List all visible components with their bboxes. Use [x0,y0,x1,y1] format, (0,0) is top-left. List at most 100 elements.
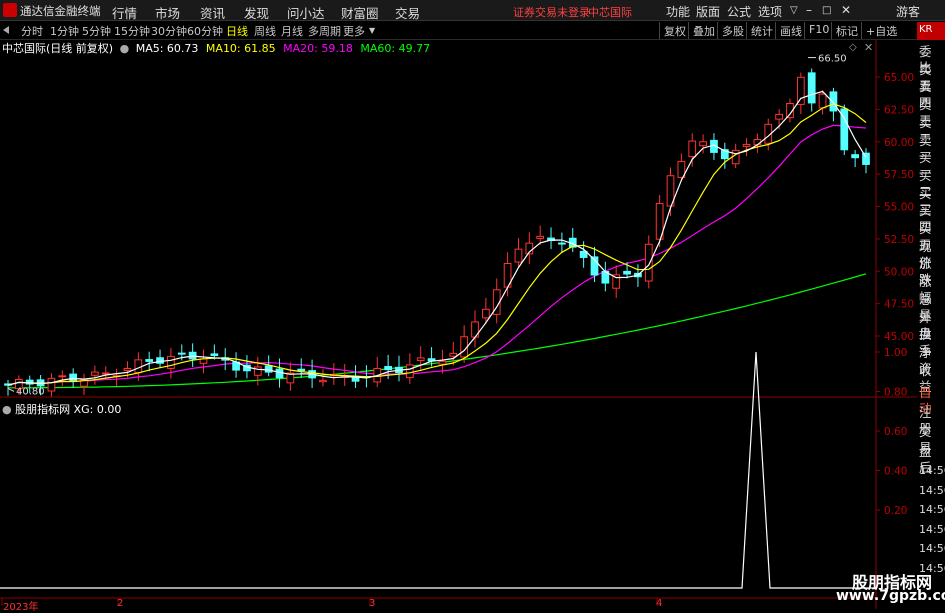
panel-close-icon[interactable]: ✕ [864,41,873,54]
tab-15min[interactable]: 15分钟 [114,23,150,39]
high-price-mark: 66.50 [818,54,847,65]
candle-body [862,152,870,165]
trade-time-7: 14:56 [919,522,945,536]
ma5-path [7,90,867,386]
more-chevron-icon[interactable]: ▼ [369,26,375,35]
sub-y-tick-label: 1.00 [884,347,907,359]
candle-body [101,372,110,375]
tab-duozhouqi[interactable]: 多周期 [308,23,341,39]
tab-fenshi[interactable]: 分时 [21,23,43,39]
candle-body [851,154,860,159]
tab-5min[interactable]: 5分钟 [82,23,111,39]
candle-body [742,143,751,147]
candle-body [753,139,762,146]
f10-button[interactable]: F10 [804,22,833,39]
candle-body [558,242,566,245]
candle-body [449,352,458,357]
ma20-path [7,124,867,386]
low-mark-arrow [7,387,15,392]
candle-body [438,360,447,365]
huaxian-button[interactable]: 画线 [775,22,806,39]
candle-body [145,359,154,362]
tab-rixian[interactable]: 日线 [226,23,248,39]
candle-body [731,149,740,165]
menu-gongshi[interactable]: 公式 [727,3,751,20]
settings-circle-icon[interactable]: ● [120,42,130,55]
trade-time-4: 14:56 [919,464,945,477]
tab-yuexian[interactable]: 月线 [281,23,303,39]
ma10-path [7,103,867,386]
x-axis-ticks [1,598,658,606]
menu-faxian[interactable]: 发现 [244,3,269,22]
tongji-button[interactable]: 统计 [746,22,777,39]
menu-shichang[interactable]: 市场 [155,3,180,22]
guest-label[interactable]: 游客 [896,3,920,20]
app-title: 通达信金融终端 [20,4,101,18]
menu-bar: 通达信金融终端 行情 市场 资讯 发现 问小达 财富圈 交易 证券交易未登录 中… [0,0,945,21]
menu-jiaoyi[interactable]: 交易 [395,3,420,22]
menu-zixun[interactable]: 资讯 [200,3,225,22]
candle-body [405,364,414,379]
minimize-icon[interactable]: – [806,3,812,17]
chart-title-bar: 中芯国际(日线 前复权) ● MA5: 60.73 MA10: 61.85 MA… [2,40,430,55]
add-watchlist-button[interactable]: +自选 [861,22,901,39]
trade-time-5: 14:56 [919,483,945,497]
candle-body [514,248,523,263]
biaoji-button[interactable]: 标记 [831,22,862,39]
trade-time-8: 14:56 [919,542,945,555]
diejia-button[interactable]: 叠加 [688,22,719,39]
current-stock-name: 中芯国际 [588,6,632,19]
ma5-line [7,90,867,386]
y-tick-label: 62.50 [884,104,914,116]
tab-zhouxian[interactable]: 周线 [254,23,276,39]
menu-caifuquan[interactable]: 财富圈 [341,3,379,22]
menu-wenxiaoda[interactable]: 问小达 [287,3,325,22]
menu-banmian[interactable]: 版面 [696,3,720,20]
login-warning[interactable]: 证券交易未登录 [513,4,590,20]
candle-body [536,235,545,239]
tab-60min[interactable]: 60分钟 [187,23,223,39]
trade-time-6: 14:56 [919,503,945,516]
x-label-apr: 4 [656,598,663,609]
sub-y-tick-label: 0.40 [884,466,907,478]
main-y-axis: 65.00 62.50 60.00 57.50 55.00 52.50 50.00 47.50… [876,72,914,343]
diamond-icon[interactable]: ◇ [849,42,857,53]
candle-body [167,355,175,369]
y-tick-label: 52.50 [884,234,914,246]
candle-body [264,365,273,373]
price-marks: 66.50 40.80 [7,54,847,397]
tab-1min[interactable]: 1分钟 [50,23,79,39]
candle-body [699,141,707,147]
close-icon[interactable]: ✕ [841,3,851,17]
x-label-feb: 2 [117,598,124,609]
candle-body [807,72,816,104]
x-label-2023: 2023年 [3,602,39,613]
back-arrow-icon[interactable] [3,26,9,34]
candle-body [134,359,143,374]
menu-xuanxiang[interactable]: 选项 [758,3,782,20]
duogu-button[interactable]: 多股 [717,22,748,39]
fuquan-button[interactable]: 复权 [659,22,690,39]
candle-body [796,76,805,105]
stock-title: 中芯国际(日线 前复权) [2,42,114,55]
tab-gengduo[interactable]: 更多 [343,23,365,39]
candle-body [482,308,490,319]
maximize-icon[interactable]: □ [822,5,831,16]
tab-30min[interactable]: 30分钟 [151,23,187,39]
kline-chart-area[interactable]: 65.00 62.50 60.00 57.50 55.00 52.50 50.00 47.50… [0,40,917,609]
menu-hangqing[interactable]: 行情 [112,3,137,22]
candle-body [829,91,838,112]
sub-y-tick-label: 0.80 [884,387,907,399]
indicator-settings-icon[interactable]: ● [2,403,12,416]
candle-body [275,368,284,379]
candle-body [47,377,56,392]
y-tick-label: 65.00 [884,72,914,84]
candle-body [123,368,132,372]
y-tick-label: 50.00 [884,266,914,278]
menu-gongneng[interactable]: 功能 [666,3,690,20]
watermark-url: www.7gpzb.com [836,588,945,604]
candle-body [818,93,827,109]
y-tick-label: 55.00 [884,202,914,214]
minimize-menu-icon[interactable]: ▽ [790,5,798,16]
candle-body [210,353,219,357]
